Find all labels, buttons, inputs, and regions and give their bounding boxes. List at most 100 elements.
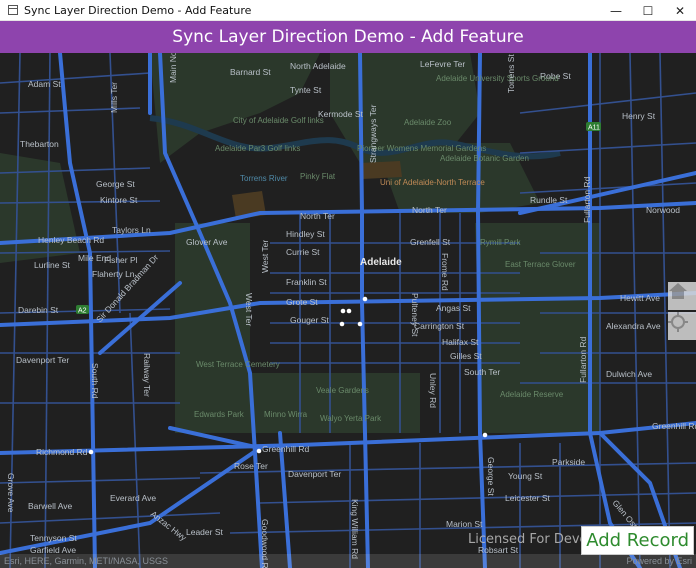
map-label-adelaide-uni-sports: Adelaide University Sports Ground (436, 74, 559, 83)
map-label-darebin-st: Darebin St (18, 305, 59, 315)
map-label-railway-ter: Railway Ter (142, 353, 152, 397)
map-label-halifax-st: Halifax St (442, 337, 479, 347)
map-label-marion-st: Marion St (446, 519, 483, 529)
map-label-east-terrace-glover: East Terrace Glover (505, 260, 576, 269)
map-label-walyo-yerta-park: Walyo Yerta Park (320, 414, 382, 423)
map-canvas[interactable]: A2 A11 Adelaide North Adelaide Adam St B… (0, 53, 696, 568)
map-label-adelaide-zoo: Adelaide Zoo (404, 118, 452, 127)
map-label-fisher-pl: Fisher Pl (104, 255, 138, 265)
home-icon (669, 283, 687, 299)
map-label-currie-st: Currie St (286, 247, 320, 257)
map-label-gouger-st: Gouger St (290, 315, 329, 325)
app-window-icon (8, 5, 18, 15)
route-shield-a2-label: A2 (78, 308, 87, 315)
map-label-north-adelaide: North Adelaide (290, 61, 346, 71)
map-label-carrington-st: Carrington St (414, 321, 465, 331)
map-label-adelaide-botanic: Adelaide Botanic Garden (440, 154, 529, 163)
map-label-strangways-ter: Strangways Ter (368, 104, 378, 163)
map-label-grove-ave: Grove Ave (6, 473, 16, 513)
map-label-adelaide-reserve: Adelaide Reserve (500, 390, 564, 399)
route-shield-a11-label: A11 (588, 125, 600, 132)
map-label-unley-rd: Unley Rd (428, 373, 438, 408)
map-label-city-golf-links: City of Adelaide Golf links (233, 116, 324, 125)
map-label-davenport-ter-2: Davenport Ter (288, 469, 341, 479)
map-label-pulteney-st: Pulteney St (410, 293, 420, 337)
map-label-gilles-st: Gilles St (450, 351, 482, 361)
map-label-west-terrace-cemetery: West Terrace Cemetery (196, 360, 280, 369)
map-label-tennyson-st: Tennyson St (30, 533, 77, 543)
minimize-button[interactable]: — (600, 0, 632, 21)
map-label-minno-wirra: Minno Wirra (264, 410, 308, 419)
map-label-lurline-st: Lurline St (34, 260, 71, 270)
map-label-taylors-ln: Taylors Ln (112, 225, 151, 235)
map-label-edwards-park: Edwards Park (194, 410, 245, 419)
map-label-grenfell-st: Grenfell St (410, 237, 451, 247)
map-label-anzac-hwy: Anzac Hwy (149, 509, 189, 544)
map-label-south-ter: South Ter (464, 367, 500, 377)
map-label-south-rd: South Rd (90, 363, 100, 399)
map-label-henry-st: Henry St (622, 111, 656, 121)
map-label-leicester-st: Leicester St (505, 493, 551, 503)
page-header: Sync Layer Direction Demo - Add Feature (0, 21, 696, 53)
map-label-gray-st: West Ter (260, 240, 270, 273)
map-label-alexandra-ave: Alexandra Ave (606, 321, 661, 331)
map-label-fullarton-rd: Fullarton Rd (582, 176, 592, 223)
maximize-button[interactable]: ☐ (632, 0, 664, 21)
map-label-veale-gardens: Veale Gardens (316, 386, 369, 395)
map-label-leader-st: Leader St (186, 527, 223, 537)
close-button[interactable]: ✕ (664, 0, 696, 21)
map-label-king-william-rd: King William Rd (350, 499, 360, 559)
map-label-mills-ter: Mills Ter (109, 82, 119, 113)
locate-button[interactable] (668, 312, 696, 340)
map-label-torrens-st: Torrens St (506, 54, 516, 93)
map-label-kintore-st: Kintore St (100, 195, 138, 205)
powered-by-text[interactable]: Powered by Esri (626, 556, 692, 566)
map-label-kermode-st: Kermode St (318, 109, 364, 119)
map-label-franklin-st: Franklin St (286, 277, 327, 287)
map-label-rundle-st: Rundle St (530, 195, 568, 205)
map-label-tynte-st: Tynte St (290, 85, 322, 95)
map-label-lefevre-ter: LeFevre Ter (420, 59, 465, 69)
map-label-greenhill-rd: Greenhill Rd (262, 444, 310, 454)
map-view[interactable]: A2 A11 Adelaide North Adelaide Adam St B… (0, 53, 696, 568)
page-title: Sync Layer Direction Demo - Add Feature (172, 27, 524, 47)
map-label-parkside: Parkside (552, 457, 585, 467)
map-label-hindley-st: Hindley St (286, 229, 325, 239)
map-label-richmond-rd: Richmond Rd (36, 447, 88, 457)
home-button[interactable] (668, 282, 696, 310)
map-label-rose-ter: Rose Ter (234, 461, 268, 471)
map-label-torrens-river: Torrens River (240, 174, 288, 183)
map-label-north-ter: North Ter (300, 211, 335, 221)
map-label-hewitt-ave: Hewitt Ave (620, 293, 660, 303)
map-label-greenhill-rd-2: Greenhill Rd (652, 421, 696, 431)
map-label-angas-st: Angas St (436, 303, 471, 313)
map-label-barnard-st: Barnard St (230, 67, 271, 77)
window-controls: — ☐ ✕ (600, 0, 696, 21)
map-label-uni-adelaide-north: Uni of Adelaide-North Terrace (380, 178, 485, 187)
map-label-barwell-ave: Barwell Ave (28, 501, 73, 511)
map-label-george-st-2: George St (486, 457, 496, 496)
map-label-north-ter-2: North Ter (412, 205, 447, 215)
map-label-adelaide-par3: Adelaide Par3 Golf links (215, 144, 300, 153)
map-label-fullarton-rd-2: Fullarton Rd (578, 336, 588, 383)
attribution-text: Esri, HERE, Garmin, METI/NASA, USGS (4, 556, 169, 566)
map-label-dulwich-ave: Dulwich Ave (606, 369, 652, 379)
map-label-norwood: Norwood (646, 205, 680, 215)
crosshair-icon (668, 312, 688, 332)
add-record-button[interactable]: Add Record (581, 526, 694, 555)
map-label-thebarton: Thebarton (20, 139, 59, 149)
map-label-frome-rd: Frome Rd (440, 253, 450, 291)
map-label-young-st: Young St (508, 471, 543, 481)
window-title: Sync Layer Direction Demo - Add Feature (24, 3, 252, 17)
map-label-rymill-park: Rymill Park (480, 238, 521, 247)
map-label-henley-beach-rd: Henley Beach Rd (38, 235, 104, 245)
map-attribution: Esri, HERE, Garmin, METI/NASA, USGS Powe… (0, 554, 696, 568)
map-label-flaherty-ln: Flaherty Ln (92, 269, 135, 279)
map-label-george-st: George St (96, 179, 135, 189)
map-label-glover-ave: Glover Ave (186, 237, 228, 247)
map-label-adelaide: Adelaide (360, 257, 402, 268)
map-label-grote-st: Grote St (286, 297, 318, 307)
map-label-adam-st: Adam St (28, 79, 61, 89)
map-label-everard-ave: Everard Ave (110, 493, 156, 503)
window-titlebar: Sync Layer Direction Demo - Add Feature … (0, 0, 696, 21)
